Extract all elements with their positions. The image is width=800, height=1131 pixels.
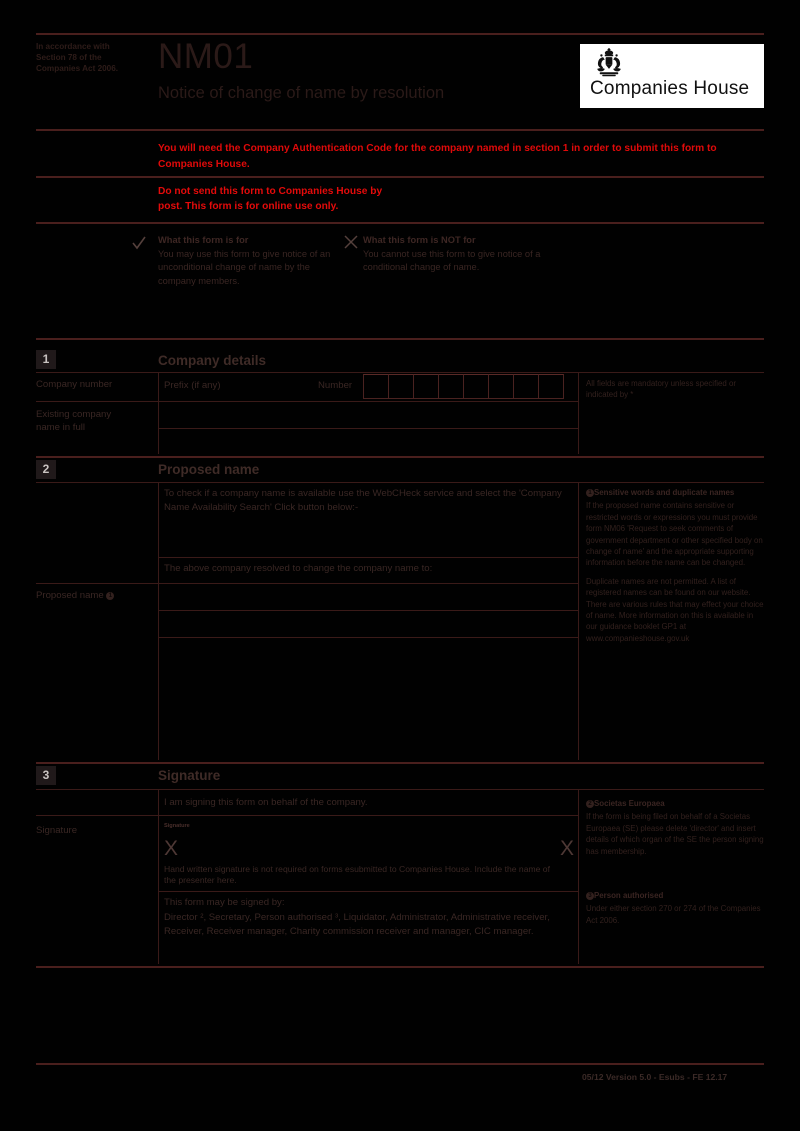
section-2-number: 2 bbox=[36, 460, 56, 479]
mandatory-fields-note: All fields are mandatory unless specifie… bbox=[586, 379, 736, 400]
societas-body: If the form is being filed on behalf of … bbox=[586, 812, 764, 856]
s2-vrule-left bbox=[158, 482, 159, 760]
proposed-name-input-line-1[interactable] bbox=[160, 585, 578, 610]
form-code: NM01 bbox=[158, 37, 254, 76]
societas-superscript: 2 bbox=[586, 800, 594, 808]
warning-rule-top bbox=[36, 129, 764, 131]
number-label: Number bbox=[318, 380, 353, 391]
sensitive-words-superscript: 1 bbox=[586, 489, 594, 497]
check-icon bbox=[131, 235, 147, 251]
proposed-name-input-line-2[interactable] bbox=[160, 612, 578, 637]
s1-vrule-left bbox=[158, 372, 159, 454]
handwritten-signature-note: Hand written signature is not required o… bbox=[164, 864, 550, 885]
header-top-rule bbox=[36, 33, 764, 35]
webcheck-instruction: To check if a company name is available … bbox=[164, 488, 562, 513]
warning-rule-bottom bbox=[36, 222, 764, 224]
s1-rule-bottom bbox=[36, 456, 764, 458]
form-title: Notice of change of name by resolution bbox=[158, 84, 445, 102]
form-page: In accordance with Section 78 of the Com… bbox=[0, 0, 800, 1131]
s3-rule-a bbox=[36, 789, 764, 790]
auth-code-warning: You will need the Company Authentication… bbox=[158, 143, 717, 170]
person-authorised-superscript: 3 bbox=[586, 892, 594, 900]
not-for-heading: What this form is NOT for bbox=[363, 235, 476, 245]
signature-label: Signature bbox=[36, 825, 78, 836]
s2-rule-c bbox=[36, 583, 578, 584]
sensitive-words-body-2: Duplicate names are not permitted. A lis… bbox=[586, 576, 764, 643]
proposed-name-label-text: Proposed name bbox=[36, 590, 104, 601]
footer-rule bbox=[36, 1063, 764, 1065]
existing-name-label: Existing company name in full bbox=[36, 409, 112, 433]
proposed-name-superscript: 1 bbox=[106, 592, 115, 600]
s3-rule-c bbox=[158, 891, 578, 892]
company-number-box[interactable] bbox=[413, 374, 439, 399]
existing-name-input-line-2[interactable] bbox=[160, 430, 578, 454]
not-for-body: You cannot use this form to give notice … bbox=[363, 249, 541, 273]
proposed-name-label: Proposed name 1 bbox=[36, 589, 115, 602]
s1-rule-a bbox=[36, 372, 764, 373]
prefix-label: Prefix (if any) bbox=[164, 380, 221, 391]
person-authorised-heading: Person authorised bbox=[594, 891, 664, 900]
section-3-title: Signature bbox=[158, 768, 221, 783]
s2-rule-b bbox=[158, 557, 578, 558]
sensitive-words-heading: Sensitive words and duplicate names bbox=[594, 488, 735, 497]
footer-version-text: 05/12 Version 5.0 - Esubs - FE 12.17 bbox=[582, 1072, 728, 1082]
signed-by-block: This form may be signed by: Director ², … bbox=[164, 896, 576, 940]
signed-by-body: Director ², Secretary, Person authorised… bbox=[164, 911, 550, 938]
companies-house-logo: Companies House bbox=[580, 44, 764, 108]
societas-heading: Societas Europaea bbox=[594, 799, 665, 808]
existing-name-input-line-1[interactable] bbox=[160, 404, 578, 428]
form-purpose-for: What this form is for You may use this f… bbox=[158, 234, 348, 288]
company-number-box[interactable] bbox=[513, 374, 539, 399]
company-number-box[interactable] bbox=[363, 374, 389, 399]
signing-on-behalf-text: I am signing this form on behalf of the … bbox=[164, 797, 368, 808]
company-number-box[interactable] bbox=[388, 374, 414, 399]
s2-rule-e bbox=[158, 637, 578, 638]
company-number-label: Company number bbox=[36, 379, 113, 390]
s2-rule-bottom bbox=[36, 762, 764, 764]
person-authorised-body: Under either section 270 or 274 of the C… bbox=[586, 904, 761, 925]
warning-rule-mid bbox=[36, 176, 764, 178]
signature-mini-label: Signature bbox=[164, 823, 190, 829]
section-1-number: 1 bbox=[36, 350, 56, 369]
section-divider-rule bbox=[36, 338, 764, 340]
for-heading: What this form is for bbox=[158, 235, 249, 245]
societas-europaea-note: 2 Societas Europaea If the form is being … bbox=[586, 798, 764, 857]
section-2-title: Proposed name bbox=[158, 462, 260, 477]
company-number-box[interactable] bbox=[488, 374, 514, 399]
signature-input-area[interactable] bbox=[180, 840, 555, 862]
no-post-warning: Do not send this form to Companies House… bbox=[158, 186, 383, 212]
s1-vrule-right bbox=[578, 372, 579, 454]
person-authorised-note: 3 Person authorised Under either section … bbox=[586, 890, 764, 926]
company-number-box[interactable] bbox=[438, 374, 464, 399]
section-3-number: 3 bbox=[36, 766, 56, 785]
logo-text: Companies House bbox=[590, 78, 750, 99]
s3-rule-bottom bbox=[36, 966, 764, 968]
signed-by-heading: This form may be signed by: bbox=[164, 897, 285, 908]
company-number-box[interactable] bbox=[463, 374, 489, 399]
company-number-box[interactable] bbox=[538, 374, 564, 399]
section-1-title: Company details bbox=[158, 353, 267, 368]
s2-rule-d bbox=[158, 610, 578, 611]
s2-rule-a bbox=[36, 482, 764, 483]
signature-mark-left[interactable]: X bbox=[164, 838, 178, 859]
s3-vrule-right bbox=[578, 789, 579, 964]
form-purpose-not-for: What this form is NOT for You cannot use… bbox=[363, 234, 553, 275]
s1-rule-b bbox=[36, 401, 578, 402]
signature-mark-right[interactable]: X bbox=[560, 838, 574, 859]
cross-icon bbox=[343, 234, 359, 250]
royal-coat-of-arms-icon bbox=[597, 47, 621, 77]
accordance-text: In accordance with Section 78 of the Com… bbox=[36, 42, 119, 73]
sensitive-words-body-1: If the proposed name contains sensitive … bbox=[586, 501, 763, 568]
s2-vrule-right bbox=[578, 482, 579, 760]
for-body: You may use this form to give notice of … bbox=[158, 249, 331, 286]
s1-rule-c bbox=[158, 428, 578, 429]
sensitive-words-note: 1 Sensitive words and duplicate names If … bbox=[586, 487, 764, 644]
resolved-text: The above company resolved to change the… bbox=[164, 563, 433, 574]
s3-rule-b bbox=[36, 815, 578, 816]
